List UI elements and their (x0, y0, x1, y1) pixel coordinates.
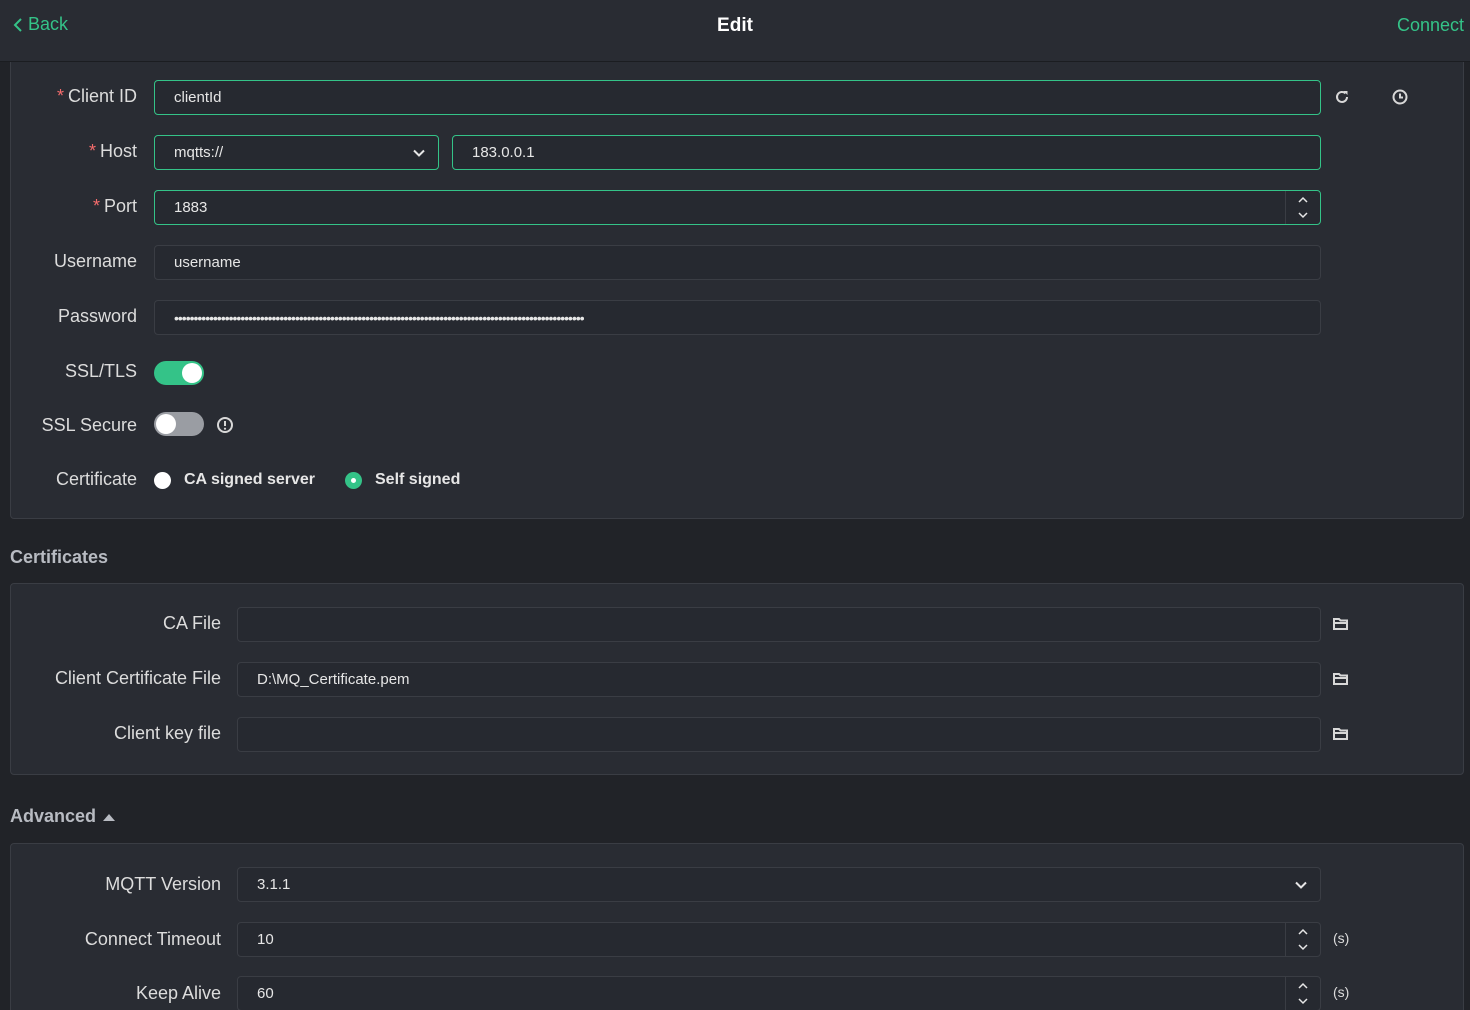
client-id-label: * Client ID (56, 86, 137, 106)
radio-ca-signed-server[interactable]: CA signed server (154, 471, 315, 489)
advanced-panel: MQTT Version 3.1.1 Connect Timeout 10 (s… (10, 843, 1464, 1010)
folder-icon[interactable] (1331, 614, 1351, 634)
chevron-down-icon (1298, 998, 1308, 1005)
keep-alive-unit: (s) (1333, 984, 1350, 1000)
ssl-secure-label: SSL Secure (41, 415, 137, 435)
keep-alive-input[interactable]: 60 (237, 976, 1321, 1010)
client-id-input[interactable]: clientId (154, 80, 1321, 115)
chevron-down-icon (1298, 212, 1308, 219)
certificates-panel: CA File Client Certificate File D:\MQ_Ce… (10, 583, 1464, 775)
increment-button[interactable] (1286, 191, 1320, 208)
client-cert-label: Client Certificate File (54, 668, 221, 688)
top-bar: Back Edit Connect (0, 0, 1470, 62)
connect-timeout-input[interactable]: 10 (237, 922, 1321, 957)
chevron-up-icon (1298, 982, 1308, 989)
chevron-up-icon (1298, 196, 1308, 203)
ssl-secure-toggle[interactable] (154, 412, 204, 436)
password-input[interactable]: ••••••••••••••••••••••••••••••••••••••••… (154, 300, 1321, 335)
chevron-down-icon (413, 149, 425, 157)
decrement-button[interactable] (1286, 208, 1320, 225)
port-stepper[interactable] (1285, 191, 1320, 224)
folder-icon[interactable] (1331, 724, 1351, 744)
decrement-button[interactable] (1286, 940, 1320, 957)
chevron-up-icon (1298, 928, 1308, 935)
ssl-tls-label: SSL/TLS (64, 361, 137, 381)
certificates-section-title: Certificates (10, 547, 109, 567)
timeout-unit: (s) (1333, 930, 1350, 946)
folder-icon[interactable] (1331, 669, 1351, 689)
toggle-knob (182, 363, 202, 383)
ca-file-input[interactable] (237, 607, 1321, 642)
page-title: Edit (717, 15, 753, 36)
keep-alive-stepper[interactable] (1285, 977, 1320, 1010)
radio-self-signed[interactable]: Self signed (345, 471, 460, 489)
increment-button[interactable] (1286, 923, 1320, 940)
mqtt-version-select[interactable]: 3.1.1 (237, 867, 1321, 902)
history-clock-icon[interactable] (1390, 87, 1410, 107)
keep-alive-label: Keep Alive (135, 983, 221, 1003)
chevron-down-icon (1295, 881, 1307, 889)
advanced-section-title: Advanced (10, 806, 97, 826)
client-key-input[interactable] (237, 717, 1321, 752)
port-input[interactable]: 1883 (154, 190, 1321, 225)
ssl-tls-toggle[interactable] (154, 361, 204, 385)
connect-timeout-stepper[interactable] (1285, 923, 1320, 956)
info-icon[interactable] (215, 415, 235, 435)
client-cert-input[interactable]: D:\MQ_Certificate.pem (237, 662, 1321, 697)
decrement-button[interactable] (1286, 994, 1320, 1010)
protocol-select[interactable]: mqtts:// (154, 135, 439, 170)
radio-circle-checked (345, 471, 362, 489)
advanced-section-toggle[interactable]: Advanced (10, 806, 116, 827)
chevron-down-icon (1298, 944, 1308, 951)
connect-button[interactable]: Connect (1397, 15, 1464, 36)
caret-up-icon (103, 813, 116, 821)
username-input[interactable]: username (154, 245, 1321, 280)
host-input[interactable]: 183.0.0.1 (452, 135, 1321, 170)
certificate-label: Certificate (55, 469, 137, 489)
ca-file-label: CA File (162, 613, 221, 633)
radio-circle (154, 471, 171, 489)
connect-timeout-label: Connect Timeout (84, 929, 221, 949)
port-label: * Port (92, 196, 137, 216)
increment-button[interactable] (1286, 977, 1320, 994)
general-settings-panel: * Client ID clientId * Host mqtts:// 183.0… (10, 62, 1464, 519)
toggle-knob (156, 414, 176, 434)
username-label: Username (53, 251, 137, 271)
client-key-label: Client key file (113, 723, 221, 743)
mqtt-version-label: MQTT Version (105, 874, 221, 894)
refresh-icon[interactable] (1332, 87, 1352, 107)
host-label: * Host (88, 141, 137, 161)
password-label: Password (57, 306, 137, 326)
